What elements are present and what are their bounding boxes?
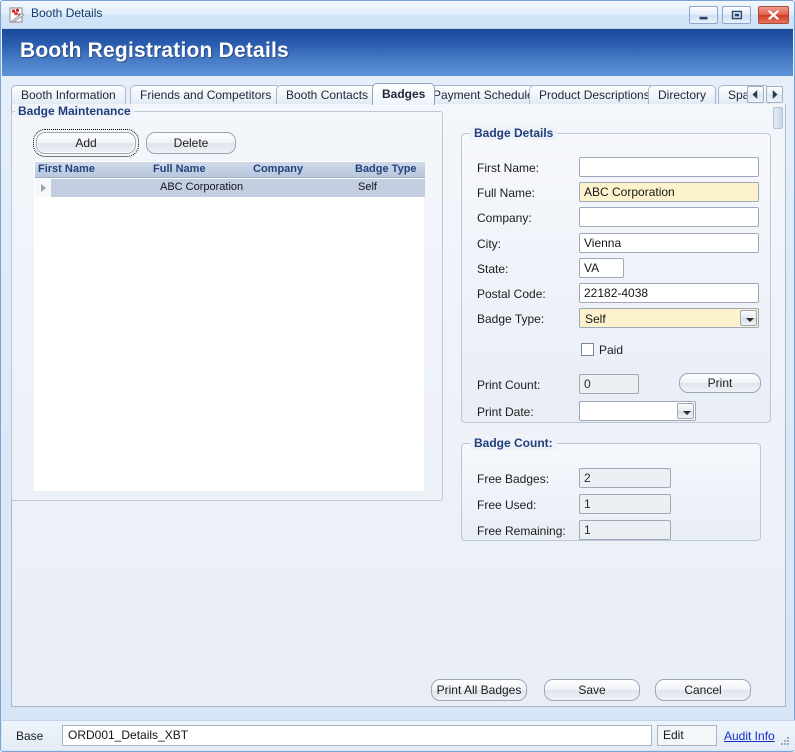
company-input[interactable] bbox=[579, 207, 759, 227]
print-date-picker[interactable] bbox=[579, 401, 696, 421]
booth-details-icon bbox=[9, 7, 25, 23]
base-label: Base bbox=[16, 729, 43, 743]
free-used-value: 1 bbox=[579, 494, 671, 514]
badge-type-value: Self bbox=[585, 310, 606, 328]
grid-column-badge-type[interactable]: Badge Type bbox=[355, 163, 417, 175]
print-date-label: Print Date: bbox=[477, 405, 534, 419]
edit-status-panel[interactable]: Edit bbox=[657, 725, 717, 746]
add-button[interactable]: Add bbox=[36, 132, 136, 154]
minimize-button[interactable] bbox=[689, 6, 718, 24]
vertical-scrollbar-thumb[interactable] bbox=[773, 107, 783, 129]
maximize-button[interactable] bbox=[722, 6, 751, 24]
save-button[interactable]: Save bbox=[544, 679, 640, 701]
full-name-input[interactable]: ABC Corporation bbox=[579, 182, 759, 202]
free-badges-label: Free Badges: bbox=[477, 472, 549, 486]
page-header-banner: Booth Registration Details bbox=[2, 29, 793, 76]
tab-friends-and-competitors[interactable]: Friends and Competitors bbox=[130, 85, 281, 105]
table-row[interactable]: ABC Corporation Self bbox=[35, 179, 425, 197]
audit-info-link[interactable]: Audit Info bbox=[724, 729, 775, 743]
full-name-label: Full Name: bbox=[477, 186, 535, 200]
booth-details-window: Booth Details Booth Registration Details… bbox=[0, 0, 795, 752]
city-input[interactable]: Vienna bbox=[579, 233, 759, 253]
free-used-label: Free Used: bbox=[477, 498, 536, 512]
grid-column-company[interactable]: Company bbox=[253, 163, 303, 175]
postal-code-input[interactable]: 22182-4038 bbox=[579, 283, 759, 303]
cancel-button[interactable]: Cancel bbox=[655, 679, 751, 701]
free-remaining-value: 1 bbox=[579, 520, 671, 540]
badges-grid[interactable]: First Name Full Name Company Badge Type … bbox=[34, 161, 424, 491]
paid-label: Paid bbox=[599, 343, 623, 357]
title-bar[interactable]: Booth Details bbox=[1, 1, 794, 29]
state-label: State: bbox=[477, 262, 508, 276]
first-name-input[interactable] bbox=[579, 157, 759, 177]
calendar-chevron-down-icon[interactable] bbox=[677, 403, 694, 419]
base-value-input[interactable]: ORD001_Details_XBT bbox=[62, 725, 652, 746]
cell-full-name: ABC Corporation bbox=[160, 181, 243, 193]
print-count-label: Print Count: bbox=[477, 378, 540, 392]
print-count-value: 0 bbox=[579, 374, 639, 394]
tab-payment-schedule[interactable]: Payment Schedule bbox=[423, 85, 544, 105]
grid-column-first-name[interactable]: First Name bbox=[38, 163, 95, 175]
print-all-badges-button[interactable]: Print All Badges bbox=[431, 679, 527, 701]
state-input[interactable]: VA bbox=[579, 258, 624, 278]
row-current-arrow-icon bbox=[41, 184, 46, 192]
resize-grip-icon[interactable] bbox=[779, 735, 791, 747]
badge-count-title: Badge Count: bbox=[470, 436, 557, 450]
window-title: Booth Details bbox=[31, 6, 102, 20]
company-label: Company: bbox=[477, 211, 532, 225]
tab-strip: Booth Information Friends and Competitor… bbox=[11, 83, 786, 105]
tab-badges[interactable]: Badges bbox=[372, 83, 435, 105]
first-name-label: First Name: bbox=[477, 161, 539, 175]
free-badges-value: 2 bbox=[579, 468, 671, 488]
tab-directory[interactable]: Directory bbox=[648, 85, 716, 105]
city-label: City: bbox=[477, 237, 501, 251]
row-selector-cell[interactable] bbox=[35, 179, 52, 197]
print-button[interactable]: Print bbox=[679, 373, 761, 393]
tab-product-descriptions[interactable]: Product Descriptions bbox=[529, 85, 660, 105]
postal-code-label: Postal Code: bbox=[477, 287, 546, 301]
badge-details-title: Badge Details bbox=[470, 126, 557, 140]
tab-scroll-right-button[interactable] bbox=[766, 86, 783, 103]
cell-badge-type: Self bbox=[358, 181, 377, 193]
tab-booth-contacts[interactable]: Booth Contacts bbox=[276, 85, 378, 105]
badge-type-label: Badge Type: bbox=[477, 312, 544, 326]
page-title: Booth Registration Details bbox=[20, 39, 289, 63]
close-button[interactable] bbox=[758, 6, 789, 24]
tab-booth-information[interactable]: Booth Information bbox=[11, 85, 126, 105]
badge-maintenance-title: Badge Maintenance bbox=[15, 104, 134, 118]
badge-type-select[interactable]: Self bbox=[579, 308, 759, 328]
delete-button[interactable]: Delete bbox=[146, 132, 236, 154]
paid-checkbox[interactable] bbox=[581, 343, 594, 356]
free-remaining-label: Free Remaining: bbox=[477, 524, 566, 538]
grid-header-row: First Name Full Name Company Badge Type bbox=[35, 162, 425, 178]
grid-column-full-name[interactable]: Full Name bbox=[153, 163, 206, 175]
chevron-down-icon[interactable] bbox=[740, 310, 757, 326]
tab-scroll-left-button[interactable] bbox=[747, 86, 764, 103]
status-bar: Base ORD001_Details_XBT Edit Audit Info bbox=[2, 720, 795, 750]
